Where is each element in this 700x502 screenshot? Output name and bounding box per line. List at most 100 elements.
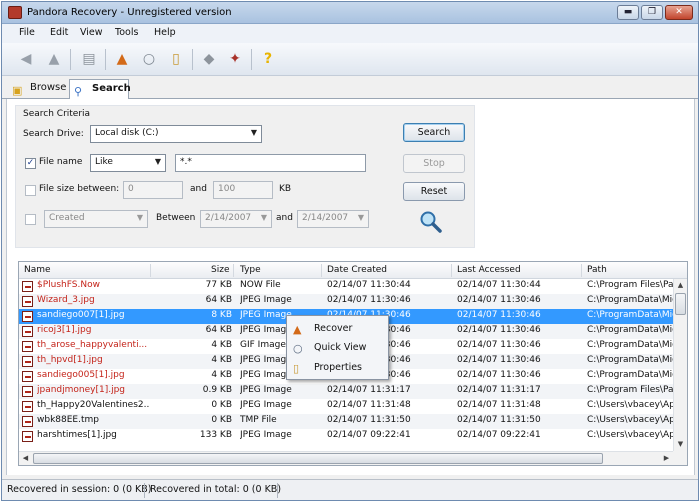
filesize-max-input[interactable]: 100 bbox=[213, 181, 273, 199]
filename-pattern-input[interactable]: *.* bbox=[175, 154, 366, 172]
date-checkbox[interactable] bbox=[25, 214, 36, 225]
date-type-select[interactable]: Created ▼ bbox=[44, 210, 148, 228]
horizontal-scroll-thumb[interactable] bbox=[33, 453, 603, 464]
context-menu-quick-view-label: Quick View bbox=[314, 342, 367, 353]
filename-mode-select[interactable]: Like ▼ bbox=[90, 154, 166, 172]
menu-file[interactable]: File bbox=[19, 27, 35, 38]
cell-last-accessed: 02/14/07 11:31:48 bbox=[457, 400, 541, 410]
cell-last-accessed: 02/14/07 11:31:17 bbox=[457, 385, 541, 395]
cell-path: C:\Program Files\Par bbox=[587, 280, 673, 290]
table-row[interactable]: Wizard_3.jpg 64 KB JPEG Image 02/14/07 1… bbox=[19, 294, 673, 309]
vertical-scrollbar[interactable]: ▲ ▼ bbox=[673, 279, 687, 451]
deleted-file-icon bbox=[22, 401, 33, 412]
help-icon[interactable]: ? bbox=[258, 49, 278, 69]
search-drive-value: Local disk (C:) bbox=[95, 128, 159, 138]
stop-button[interactable]: Stop bbox=[403, 154, 465, 173]
cell-name: $PlushFS.Now bbox=[37, 280, 100, 290]
cell-type: JPEG Image bbox=[240, 430, 292, 440]
chevron-down-icon: ▼ bbox=[260, 213, 267, 222]
cell-type: JPEG Image bbox=[240, 385, 292, 395]
column-name[interactable]: Name bbox=[24, 265, 51, 275]
folder-icon: ▣ bbox=[12, 84, 23, 97]
column-date-created[interactable]: Date Created bbox=[327, 265, 387, 275]
column-type[interactable]: Type bbox=[240, 265, 261, 275]
toolbar: ◀ ▲ ▤ ▲ ○ ▯ ◆ ✦ ? bbox=[2, 43, 698, 76]
eraser-icon[interactable]: ◆ bbox=[199, 49, 219, 69]
filename-checkbox[interactable]: ✓ bbox=[25, 158, 36, 169]
column-path[interactable]: Path bbox=[587, 265, 607, 275]
cell-name: th_Happy20Valentines2... bbox=[37, 400, 149, 410]
menu-help[interactable]: Help bbox=[154, 27, 176, 38]
reset-button[interactable]: Reset bbox=[403, 182, 465, 201]
cell-size: 0 KB bbox=[211, 400, 232, 410]
menu-view[interactable]: View bbox=[80, 27, 103, 38]
context-menu-recover[interactable]: ▲ Recover bbox=[287, 319, 388, 338]
cell-date-created: 02/14/07 11:31:50 bbox=[327, 415, 411, 425]
tab-search[interactable]: ⚲ Search bbox=[69, 79, 131, 99]
forward-arrow-icon[interactable]: ▲ bbox=[44, 49, 64, 69]
table-row[interactable]: wbk88EE.tmp 0 KB TMP File 02/14/07 11:31… bbox=[19, 414, 673, 429]
date-to-select[interactable]: 2/14/2007 ▼ bbox=[297, 210, 369, 228]
cell-last-accessed: 02/14/07 11:30:46 bbox=[457, 355, 541, 365]
toolbar-separator bbox=[192, 49, 193, 70]
drive-icon[interactable]: ▤ bbox=[79, 49, 99, 69]
context-menu-properties[interactable]: ▯ Properties bbox=[287, 358, 388, 377]
column-last-accessed[interactable]: Last Accessed bbox=[457, 265, 521, 275]
table-row[interactable]: $PlushFS.Now 77 KB NOW File 02/14/07 11:… bbox=[19, 279, 673, 294]
context-menu-quick-view[interactable]: ○ Quick View bbox=[287, 338, 388, 357]
properties-icon: ▯ bbox=[293, 362, 300, 375]
deleted-file-icon bbox=[22, 371, 33, 382]
cell-name: sandiego007[1].jpg bbox=[37, 310, 125, 320]
search-drive-select[interactable]: Local disk (C:) ▼ bbox=[90, 125, 262, 143]
tab-browse[interactable]: ▣ Browse bbox=[8, 79, 70, 99]
wand-icon[interactable]: ✦ bbox=[225, 49, 245, 69]
deleted-file-icon bbox=[22, 431, 33, 442]
scroll-right-icon[interactable]: ▶ bbox=[660, 452, 673, 465]
search-button[interactable]: Search bbox=[403, 123, 465, 142]
cell-size: 77 KB bbox=[205, 280, 232, 290]
chevron-down-icon: ▼ bbox=[136, 213, 143, 222]
status-divider bbox=[144, 483, 145, 498]
menu-tools[interactable]: Tools bbox=[115, 27, 138, 38]
scroll-up-icon[interactable]: ▲ bbox=[674, 279, 687, 292]
menu-edit[interactable]: Edit bbox=[50, 27, 68, 38]
menu-bar: File Edit View Tools Help bbox=[2, 24, 698, 43]
column-size[interactable]: Size bbox=[211, 265, 229, 275]
cell-path: C:\Users\vbacey\Ap bbox=[587, 400, 673, 410]
date-between-label: Between bbox=[156, 213, 196, 223]
filesize-checkbox[interactable] bbox=[25, 185, 36, 196]
filesize-min-input[interactable]: 0 bbox=[123, 181, 183, 199]
properties-icon[interactable]: ▯ bbox=[166, 49, 186, 69]
table-row[interactable]: jpandjmoney[1].jpg 0.9 KB JPEG Image 02/… bbox=[19, 384, 673, 399]
deleted-file-icon bbox=[22, 296, 33, 307]
recover-icon[interactable]: ▲ bbox=[112, 49, 132, 69]
quick-view-icon[interactable]: ○ bbox=[139, 49, 159, 69]
cell-size: 0 KB bbox=[211, 415, 232, 425]
cell-path: C:\Users\vbacey\Ap bbox=[587, 415, 673, 425]
cell-type: TMP File bbox=[240, 415, 277, 425]
cell-path: C:\ProgramData\Mic bbox=[587, 310, 673, 320]
minimize-button[interactable]: ▬ bbox=[617, 5, 639, 20]
scroll-down-icon[interactable]: ▼ bbox=[674, 438, 687, 451]
chevron-down-icon: ▼ bbox=[154, 157, 161, 166]
date-from-select[interactable]: 2/14/2007 ▼ bbox=[200, 210, 272, 228]
cell-path: C:\Program Files\Par bbox=[587, 385, 673, 395]
cell-size: 4 KB bbox=[211, 355, 232, 365]
close-button[interactable]: ✕ bbox=[665, 5, 693, 20]
table-row[interactable]: harshtimes[1].jpg 133 KB JPEG Image 02/1… bbox=[19, 429, 673, 444]
chevron-down-icon: ▼ bbox=[357, 213, 364, 222]
cell-type: JPEG Image bbox=[240, 295, 292, 305]
vertical-scroll-thumb[interactable] bbox=[675, 293, 686, 315]
app-icon bbox=[8, 6, 22, 19]
cell-last-accessed: 02/14/07 11:30:46 bbox=[457, 295, 541, 305]
horizontal-scrollbar[interactable]: ◀ ▶ bbox=[19, 451, 673, 465]
column-divider bbox=[233, 264, 234, 277]
cell-date-created: 02/14/07 11:31:48 bbox=[327, 400, 411, 410]
scroll-left-icon[interactable]: ◀ bbox=[19, 452, 32, 465]
back-arrow-icon[interactable]: ◀ bbox=[16, 49, 36, 69]
table-row[interactable]: th_Happy20Valentines2... 0 KB JPEG Image… bbox=[19, 399, 673, 414]
cell-name: harshtimes[1].jpg bbox=[37, 430, 117, 440]
maximize-button[interactable]: ❐ bbox=[641, 5, 663, 20]
cell-path: C:\ProgramData\Mic bbox=[587, 295, 673, 305]
status-divider bbox=[277, 483, 278, 498]
